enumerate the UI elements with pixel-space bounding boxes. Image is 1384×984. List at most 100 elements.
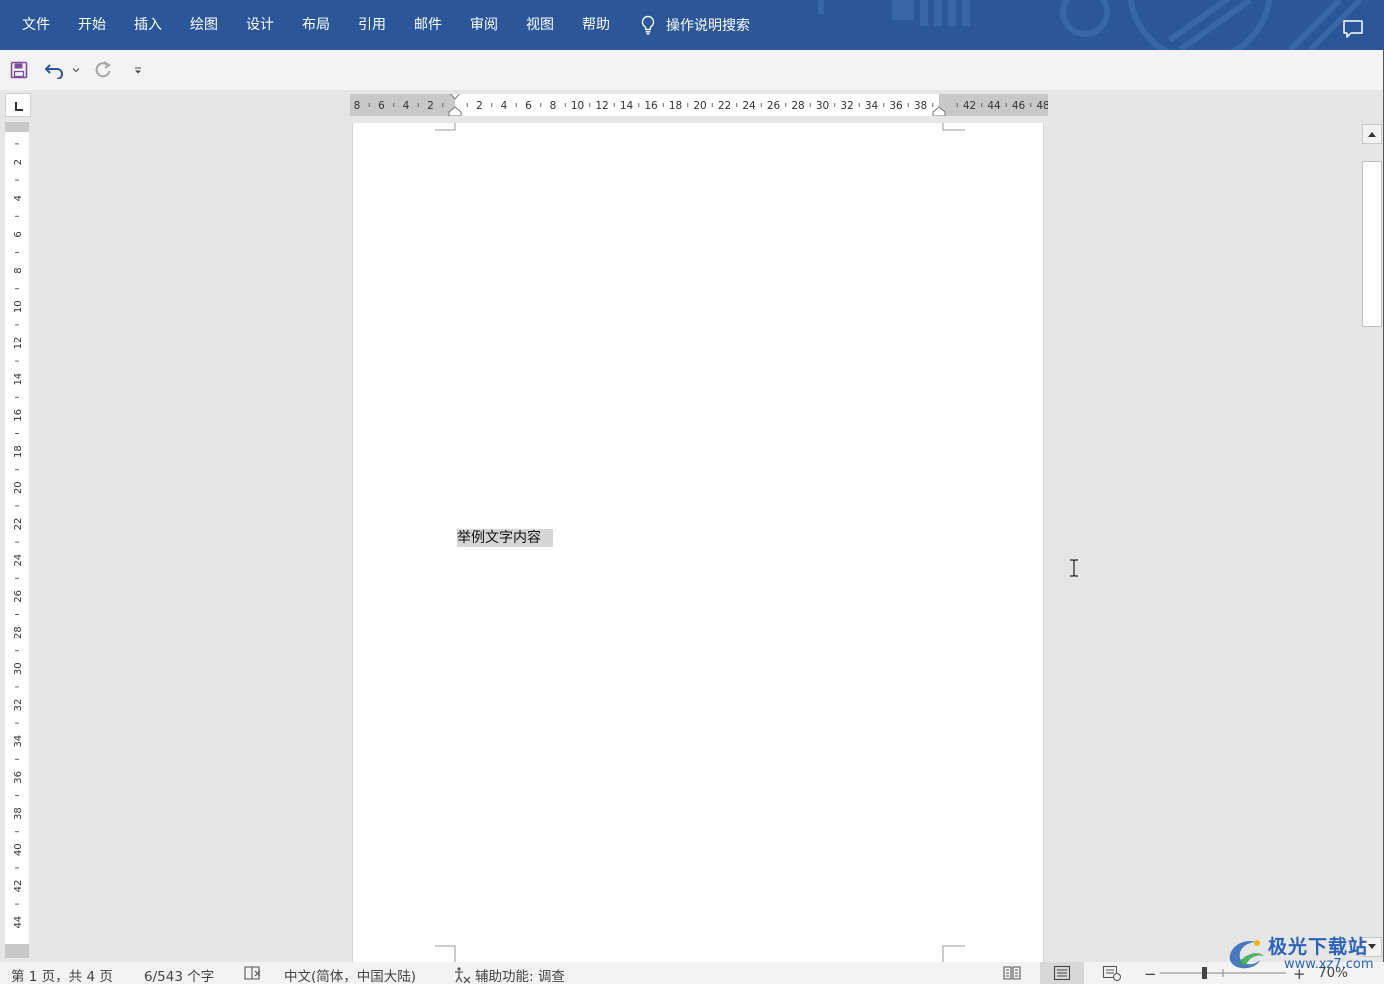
ruler-label: 4: [403, 100, 410, 112]
redo-icon: [95, 61, 111, 78]
ruler-label: 16: [644, 100, 658, 112]
tell-me-search[interactable]: 操作说明搜索: [640, 15, 750, 35]
ruler-label: 36: [889, 100, 903, 112]
watermark-url: www.xz7.com: [1284, 957, 1374, 972]
zoom-slider-thumb: [1202, 967, 1207, 979]
page-count[interactable]: 第 1 页，共 4 页: [11, 965, 113, 984]
tab-help[interactable]: 帮助: [568, 0, 624, 50]
customize-qat-button[interactable]: [132, 59, 144, 81]
ruler-label: 38: [914, 100, 927, 112]
tab-references[interactable]: 引用: [344, 0, 400, 50]
ribbon-tab-bar: 文件 开始 插入 绘图 设计 布局 引用 邮件 审阅 视图 帮助 操作说明搜索: [0, 0, 1384, 50]
tab-draw[interactable]: 绘图: [176, 0, 232, 50]
watermark-swirl-icon: [1229, 940, 1264, 969]
watermark-text: 极光下载站: [1268, 936, 1369, 958]
crop-mark-bottom-right: [942, 945, 965, 963]
ruler-label: 18: [669, 100, 682, 112]
ruler-label: 48: [1036, 100, 1048, 112]
quick-access-toolbar: [0, 50, 1384, 90]
ruler-label: 24: [13, 554, 24, 567]
proofing-book-icon: [244, 966, 261, 980]
redo-button[interactable]: [93, 59, 113, 81]
ruler-label: 42: [963, 100, 976, 112]
arrow-up-icon: [1368, 132, 1376, 137]
ruler-label: 36: [13, 771, 24, 784]
ruler-label: 2: [476, 100, 483, 112]
zoom-out-button[interactable]: −: [1144, 965, 1157, 983]
ruler-label: 34: [13, 735, 24, 748]
ruler-label: 12: [595, 100, 608, 112]
print-layout-icon: [1053, 965, 1071, 981]
ruler-label: 26: [767, 100, 781, 112]
ruler-label: 6: [13, 231, 24, 237]
read-mode-icon: [1003, 966, 1021, 980]
undo-dropdown-button[interactable]: [71, 59, 81, 81]
ruler-label: 10: [571, 100, 584, 112]
proofing-status[interactable]: [244, 965, 262, 981]
undo-button[interactable]: [44, 59, 66, 81]
ruler-label: 14: [620, 100, 634, 112]
tab-view[interactable]: 视图: [512, 0, 568, 50]
tab-home[interactable]: 开始: [64, 0, 120, 50]
language-status[interactable]: 中文(简体，中国大陆): [284, 965, 416, 984]
document-page[interactable]: 举例文字内容: [352, 123, 1044, 963]
ruler-label: 26: [13, 590, 24, 603]
ruler-label: 38: [13, 807, 24, 820]
ruler-label: 20: [13, 481, 24, 494]
undo-dropdown-icon: [72, 68, 80, 73]
read-mode-button[interactable]: [990, 962, 1034, 984]
tab-review[interactable]: 审阅: [456, 0, 512, 50]
ruler-label: 22: [718, 100, 731, 112]
ruler-label: 20: [693, 100, 706, 112]
scroll-thumb[interactable]: [1362, 161, 1382, 327]
tab-layout[interactable]: 布局: [288, 0, 344, 50]
ruler-label: 8: [13, 267, 24, 273]
tell-me-label: 操作说明搜索: [666, 18, 750, 34]
ruler-label: 2: [427, 100, 434, 112]
lightbulb-icon: [641, 15, 655, 35]
ruler-label: 30: [13, 662, 24, 675]
horizontal-ruler[interactable]: 8 6 4 2 2 4 6 8 10 12 14 16 18 20 22 24 26 28 30 32 34 36 38 42…: [350, 94, 1048, 116]
ruler-label: 30: [816, 100, 829, 112]
save-icon: [10, 61, 28, 79]
crop-mark-top-right: [942, 123, 965, 131]
crop-mark-top-left: [435, 123, 456, 131]
ruler-label: 14: [13, 373, 24, 386]
accessibility-label: 辅助功能: 调查: [475, 969, 565, 984]
ruler-label: 24: [742, 100, 756, 112]
ruler-label: 42: [13, 880, 24, 893]
status-bar: 第 1 页，共 4 页 6/543 个字 中文(简体，中国大陆) 辅助功能: 调…: [0, 962, 1384, 984]
comment-icon[interactable]: [1342, 19, 1364, 39]
ruler-label: 22: [13, 518, 24, 531]
tab-insert[interactable]: 插入: [120, 0, 176, 50]
ribbon-tabs: 文件 开始 插入 绘图 设计 布局 引用 邮件 审阅 视图 帮助 操作说明搜索: [10, 0, 750, 50]
ruler-label: 28: [791, 100, 804, 112]
print-layout-button[interactable]: [1040, 962, 1084, 984]
ruler-label: 4: [13, 195, 24, 201]
scroll-up-button[interactable]: [1362, 124, 1382, 144]
vertical-ruler[interactable]: 2468101214161820222426283032343638404244: [5, 122, 29, 958]
ruler-label: 28: [13, 626, 24, 639]
crop-mark-bottom-left: [435, 945, 456, 963]
tab-file[interactable]: 文件: [10, 0, 64, 50]
vertical-scrollbar[interactable]: [1361, 123, 1383, 959]
tab-design[interactable]: 设计: [232, 0, 288, 50]
ruler-label: 32: [840, 100, 853, 112]
ruler-label: 6: [525, 100, 532, 112]
ruler-label: 2: [13, 159, 24, 165]
text-cursor-icon: [1070, 559, 1078, 577]
customize-qat-icon: [135, 67, 141, 74]
save-button[interactable]: [10, 59, 28, 81]
ruler-label: 18: [13, 445, 24, 458]
ruler-label: 46: [1012, 100, 1026, 112]
ruler-label: 44: [987, 100, 1001, 112]
ruler-label: 6: [378, 100, 385, 112]
document-text[interactable]: 举例文字内容: [457, 529, 553, 547]
web-layout-button[interactable]: [1090, 962, 1134, 984]
word-count[interactable]: 6/543 个字: [144, 965, 214, 984]
ruler-label: 32: [13, 699, 24, 712]
tab-mailings[interactable]: 邮件: [400, 0, 456, 50]
accessibility-status[interactable]: 辅助功能: 调查: [452, 965, 565, 984]
tab-stop-selector[interactable]: [5, 93, 31, 117]
ruler-label: 8: [550, 100, 557, 112]
